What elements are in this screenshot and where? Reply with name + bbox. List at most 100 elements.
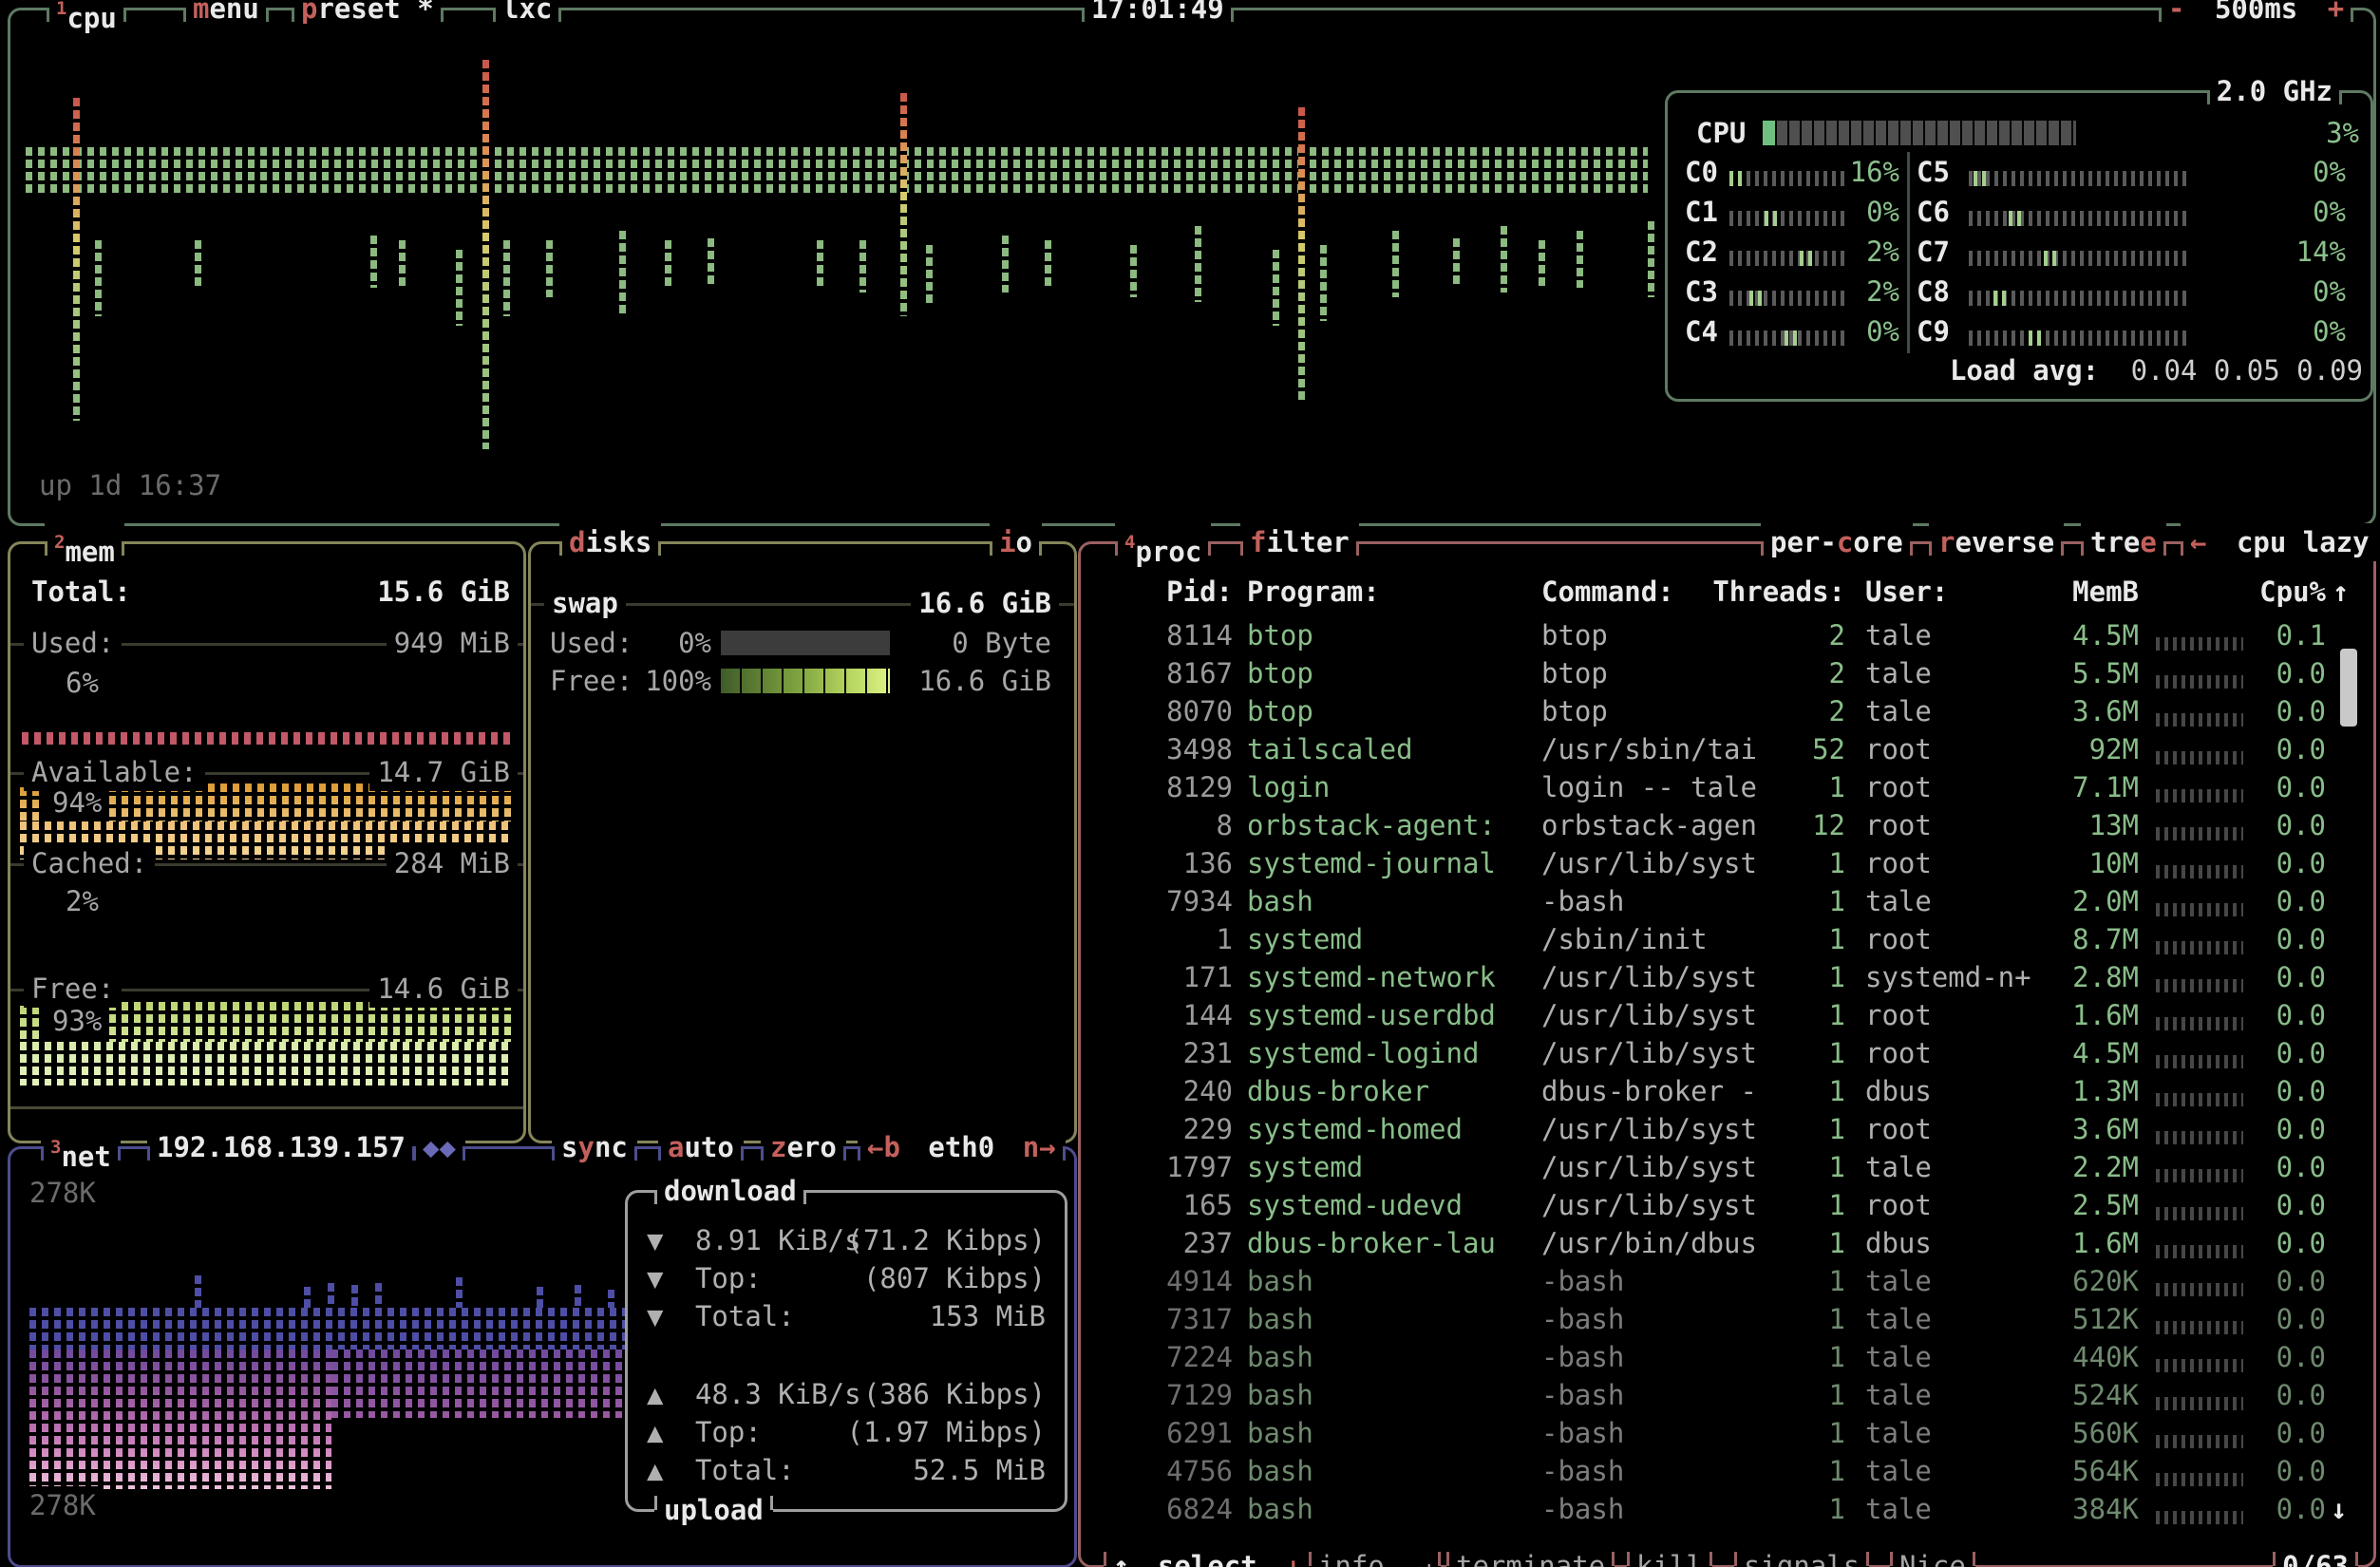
proc-row[interactable]: 171systemd-network/usr/lib/syst1systemd-… (1081, 958, 2373, 996)
graph-spike (375, 1283, 382, 1308)
reverse-toggle[interactable]: reverse (1929, 523, 2064, 561)
interval-decrease-button[interactable]: - (2168, 0, 2184, 25)
core-column-right: C50%C60%C714%C80%C90% (1917, 152, 2352, 351)
net-sync-button[interactable]: sync (552, 1128, 637, 1166)
sort-left-button[interactable]: ← (2190, 526, 2206, 558)
column-program[interactable]: Program: (1247, 573, 1380, 611)
select-keys[interactable]: ↑ select ↓ (1104, 1547, 1312, 1567)
signals-button[interactable]: signals (1734, 1547, 1869, 1567)
terminate-button[interactable]: terminate (1446, 1547, 1615, 1567)
tree-toggle[interactable]: tree (2081, 523, 2166, 561)
mem-box-title[interactable]: 2mem (45, 523, 124, 561)
cpu-total-label: CPU (1696, 114, 1746, 152)
cpu-total-percent: 3% (2326, 114, 2359, 152)
column-user[interactable]: User: (1865, 573, 1948, 611)
core-row: C90% (1917, 312, 2352, 351)
graph-spike (1501, 226, 1507, 293)
clock: 17:01:49 (1082, 0, 1234, 28)
graph-spike (1648, 221, 1654, 297)
core-column-divider (1907, 152, 1910, 353)
proc-box: 4proc filter per-core reverse tree ← cpu… (1078, 541, 2376, 1567)
proc-row[interactable]: 240dbus-brokerdbus-broker -1dbus1.3M0.0 (1081, 1072, 2373, 1110)
column-memb[interactable]: MemB (2044, 573, 2139, 611)
graph-spike (95, 240, 102, 316)
proc-row[interactable]: 8070btopbtop2tale3.6M0.0 (1081, 692, 2373, 730)
graph-spike (1298, 107, 1305, 402)
core-row: C60% (1917, 192, 2352, 232)
sort-column-control: ← cpu lazy → (2181, 523, 2380, 561)
proc-row[interactable]: 7129bash-bash1tale524K0.0 (1081, 1376, 2373, 1414)
net-zero-button[interactable]: zero (761, 1128, 846, 1166)
proc-scrollbar[interactable] (2340, 649, 2357, 727)
proc-row[interactable]: 8114btopbtop2tale4.5M0.1 (1081, 616, 2373, 654)
proc-row[interactable]: 165systemd-udevd/usr/lib/syst1root2.5M0.… (1081, 1186, 2373, 1224)
column-threads[interactable]: Threads: (1693, 573, 1845, 611)
net-box: 3net 192.168.139.157 ◆◆ sync auto zero ←… (8, 1146, 1077, 1567)
info-button[interactable]: info ↵ (1309, 1547, 1441, 1567)
proc-row[interactable]: 229systemd-homed/usr/lib/syst1root3.6M0.… (1081, 1110, 2373, 1148)
swap-used-row: Used: 0% 0 Byte (531, 624, 1074, 662)
up-arrow-icon: ▲ (647, 1378, 663, 1410)
disks-box-title[interactable]: disks (559, 523, 661, 561)
column-command[interactable]: Command: (1541, 573, 1674, 611)
proc-row[interactable]: 6291bash-bash1tale560K0.0 (1081, 1414, 2373, 1452)
download-total-row: ▼ Total: 153 MiB (647, 1297, 1046, 1335)
column-pid[interactable]: Pid: (1100, 573, 1233, 611)
proc-box-title[interactable]: 4proc (1115, 523, 1211, 561)
upload-top-row: ▲ Top: (1.97 Mibps) (647, 1413, 1046, 1451)
io-mode-button[interactable]: io (990, 523, 1042, 561)
core-usage-graph (1969, 171, 2187, 186)
proc-row[interactable]: 136systemd-journal/usr/lib/syst1root10M0… (1081, 844, 2373, 882)
proc-row[interactable]: 4756bash-bash1tale564K0.0 (1081, 1452, 2373, 1490)
filter-button[interactable]: filter (1240, 523, 1359, 561)
kill-button[interactable]: kill (1627, 1547, 1712, 1567)
graph-spike (195, 240, 201, 288)
graph-spike (503, 240, 510, 316)
graph-spike (1273, 250, 1279, 326)
proc-row[interactable]: 8129loginlogin -- tale1root7.1M0.0 (1081, 768, 2373, 806)
interval-increase-button[interactable]: + (2328, 0, 2344, 25)
core-row: C016% (1685, 152, 1905, 192)
mem-available-percent: 94% (45, 784, 109, 821)
proc-row[interactable]: 7934bash-bash1tale2.0M0.0 (1081, 882, 2373, 920)
net-interface-switcher: ←b eth0 n→ (858, 1128, 1066, 1166)
graph-spike (195, 1275, 201, 1308)
core-row: C714% (1917, 232, 2352, 272)
core-row: C32% (1685, 272, 1905, 312)
proc-row[interactable]: 231systemd-logind/usr/lib/syst1root4.5M0… (1081, 1034, 2373, 1072)
uptime-label: up 1d 16:37 (39, 466, 221, 504)
mem-box: 2mem Total: 15.6 GiB Used: 949 MiB 6% Av… (8, 541, 526, 1143)
down-arrow-icon: ▼ (647, 1224, 663, 1256)
graph-spike (1539, 240, 1545, 286)
proc-row[interactable]: 7224bash-bash1tale440K0.0 (1081, 1338, 2373, 1376)
graph-spike (859, 240, 866, 293)
net-auto-button[interactable]: auto (658, 1128, 744, 1166)
net-next-button[interactable]: n→ (1023, 1131, 1056, 1163)
proc-row[interactable]: 144systemd-userdbd/usr/lib/syst1root1.6M… (1081, 996, 2373, 1034)
proc-row[interactable]: 1systemd/sbin/init1root8.7M0.0 (1081, 920, 2373, 958)
update-interval-control: - 500ms + (2159, 0, 2353, 28)
upload-total-row: ▲ Total: 52.5 MiB (647, 1451, 1046, 1489)
net-prev-button[interactable]: ←b (867, 1131, 900, 1163)
graph-spike (482, 60, 489, 449)
column-cpu[interactable]: Cpu% (2201, 573, 2326, 611)
net-box-title[interactable]: 3net (41, 1128, 121, 1166)
menu-button[interactable]: menu (183, 0, 269, 28)
proc-row[interactable]: 3498tailscaled/usr/sbin/tai52root92M0.0 (1081, 730, 2373, 768)
proc-row[interactable]: 8orbstack-agent:orbstack-agen12root13M0.… (1081, 806, 2373, 844)
per-core-toggle[interactable]: per-core (1761, 523, 1913, 561)
proc-row[interactable]: 237dbus-broker-lau/usr/bin/dbus1dbus1.6M… (1081, 1224, 2373, 1262)
graph-spike (1002, 236, 1009, 293)
proc-row[interactable]: 6824bash-bash1tale384K0.0 (1081, 1490, 2373, 1528)
net-ip-address: 192.168.139.157 (147, 1128, 415, 1166)
preset-button[interactable]: preset * (292, 0, 444, 28)
proc-row[interactable]: 7317bash-bash1tale512K0.0 (1081, 1300, 2373, 1338)
cpu-box-title[interactable]: 1cpu (47, 0, 126, 28)
nice-button[interactable]: Nice (1890, 1547, 1975, 1567)
core-usage-graph (1729, 291, 1845, 306)
disks-box: disks io swap 16.6 GiB Used: 0% 0 Byte F… (528, 541, 1077, 1143)
proc-row[interactable]: 4914bash-bash1tale620K0.0 (1081, 1262, 2373, 1300)
proc-row[interactable]: 1797systemd/usr/lib/syst1tale2.2M0.0 (1081, 1148, 2373, 1186)
mem-free-graph (20, 1006, 47, 1042)
proc-row[interactable]: 8167btopbtop2tale5.5M0.0 (1081, 654, 2373, 692)
